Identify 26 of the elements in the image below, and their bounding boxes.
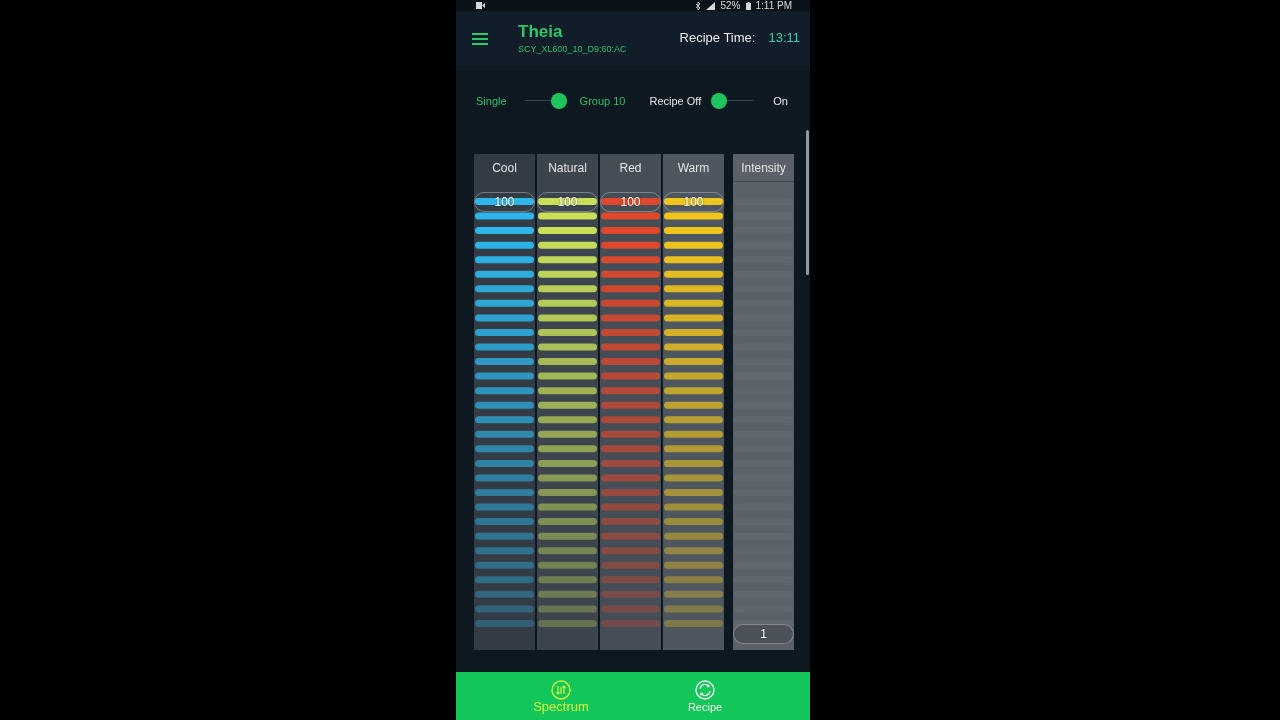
switch-thumb[interactable]: [550, 93, 567, 109]
device-id: SCY_XL600_10_D9:60:AC: [518, 44, 627, 55]
column-header: Cool: [474, 154, 535, 182]
toggle-off-label: Recipe Off: [649, 95, 702, 107]
recipe-time-value: 13:11: [768, 29, 800, 45]
menu-icon[interactable]: [472, 32, 488, 45]
battery-percent: 52%: [720, 0, 741, 11]
column-header: Warm: [663, 154, 724, 182]
clock-time: 1:11 PM: [755, 0, 792, 11]
value-thumb[interactable]: 1: [733, 623, 794, 644]
column-header: Natural: [537, 154, 598, 182]
column-header: Red: [600, 154, 661, 182]
slider-track[interactable]: 1: [733, 182, 794, 650]
bluetooth-icon: [695, 1, 702, 10]
toggle-on-label: On: [773, 95, 788, 107]
toggle-on-label: Group 10: [579, 95, 626, 107]
battery-icon: [745, 1, 751, 10]
sliders-icon: [551, 680, 571, 700]
video-camera-icon: [476, 2, 485, 9]
cycle-icon: [695, 680, 715, 700]
scrollbar[interactable]: [806, 130, 809, 275]
column-header: Intensity: [733, 154, 794, 182]
switch-thumb[interactable]: [711, 93, 728, 109]
toggle-off-label: Single: [476, 95, 507, 107]
recipe-time-label: Recipe Time:: [679, 29, 756, 45]
app-title: Theia: [518, 22, 564, 41]
